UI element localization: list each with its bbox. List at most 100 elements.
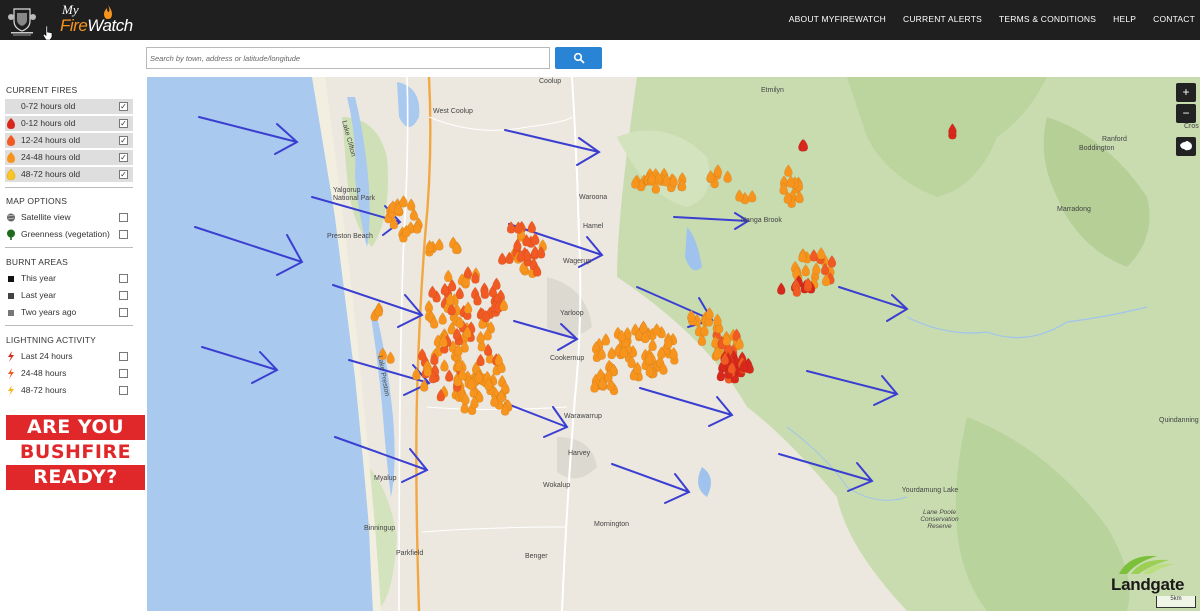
fire-marker[interactable] — [786, 175, 796, 188]
fire-marker[interactable] — [827, 255, 837, 268]
map-option-checkbox[interactable] — [119, 213, 128, 222]
fire-marker[interactable] — [652, 323, 661, 336]
nav-help[interactable]: HELP — [1113, 14, 1136, 24]
burnt-checkbox[interactable] — [119, 308, 128, 317]
nav-contact[interactable]: CONTACT — [1153, 14, 1195, 24]
lightning-yellow-icon — [8, 385, 14, 396]
burnt-checkbox[interactable] — [119, 274, 128, 283]
fire-marker[interactable] — [463, 301, 473, 314]
lightning-24-48[interactable]: 24-48 hours — [5, 366, 133, 381]
fire-marker[interactable] — [705, 306, 714, 320]
fire-marker[interactable] — [816, 246, 826, 260]
fire-map[interactable]: Coolup Etmilyn West Coolup Ranford Boddi… — [147, 77, 1200, 611]
lightning-48-72[interactable]: 48-72 hours — [5, 383, 133, 398]
fire-marker[interactable] — [428, 285, 437, 298]
fire-markers-layer[interactable] — [147, 77, 1200, 611]
fire-marker[interactable] — [440, 359, 449, 372]
nav-terms[interactable]: TERMS & CONDITIONS — [999, 14, 1096, 24]
fire-marker[interactable] — [777, 282, 786, 295]
fire-marker[interactable] — [687, 309, 696, 323]
fire-marker[interactable] — [531, 232, 540, 246]
fire-filter-checkbox[interactable]: ✓ — [119, 153, 128, 162]
fire-filter-0-12[interactable]: 0-12 hours old ✓ — [5, 116, 133, 131]
map-option-satellite[interactable]: Satellite view — [5, 210, 133, 225]
burnt-this-year[interactable]: This year — [5, 271, 133, 286]
place-label: Hamel — [583, 223, 604, 230]
fire-marker[interactable] — [706, 170, 715, 183]
fire-marker[interactable] — [419, 379, 429, 392]
fire-marker[interactable] — [735, 189, 744, 202]
fire-filter-checkbox[interactable]: ✓ — [119, 102, 128, 111]
fire-filter-checkbox[interactable]: ✓ — [119, 136, 128, 145]
fire-marker[interactable] — [784, 164, 793, 177]
fire-marker[interactable] — [713, 164, 723, 177]
fire-marker[interactable] — [435, 238, 444, 251]
burnt-last-year[interactable]: Last year — [5, 288, 133, 303]
fire-marker[interactable] — [492, 277, 501, 290]
zoom-in-button[interactable]: + — [1176, 83, 1196, 102]
australia-view-button[interactable] — [1176, 137, 1196, 156]
flame-yellow-icon — [6, 169, 16, 180]
map-option-greenness[interactable]: Greenness (vegetation) — [5, 227, 133, 242]
fire-marker[interactable] — [948, 123, 957, 136]
fire-marker[interactable] — [399, 195, 408, 208]
fire-marker[interactable] — [506, 221, 516, 234]
fire-marker[interactable] — [417, 348, 427, 361]
map-option-checkbox[interactable] — [119, 230, 128, 239]
fire-marker[interactable] — [412, 367, 421, 381]
place-label: Parkfield — [396, 550, 424, 557]
bushfire-ready-banner[interactable]: ARE YOU BUSHFIRE READY? — [6, 415, 145, 490]
burnt-two-years-ago[interactable]: Two years ago — [5, 305, 133, 320]
nav-current-alerts[interactable]: CURRENT ALERTS — [903, 14, 982, 24]
fire-marker[interactable] — [607, 346, 616, 360]
fire-marker[interactable] — [498, 252, 507, 265]
lightning-checkbox[interactable] — [119, 386, 128, 395]
search-button[interactable] — [555, 47, 602, 69]
fire-marker[interactable] — [801, 263, 810, 277]
map-scale-bar: 5km — [1156, 596, 1196, 608]
myfirewatch-logo[interactable]: My FireWatch — [60, 2, 140, 38]
burnt-areas-title: BURNT AREAS — [6, 257, 69, 267]
fire-marker[interactable] — [723, 170, 732, 183]
burnt-checkbox[interactable] — [119, 291, 128, 300]
fire-filter-0-72[interactable]: 0-72 hours old ✓ — [5, 99, 133, 114]
place-label: Marradong — [1057, 206, 1091, 213]
government-crest-logo[interactable] — [5, 3, 39, 37]
fire-filter-12-24[interactable]: 12-24 hours old ✓ — [5, 133, 133, 148]
fire-marker[interactable] — [713, 313, 722, 326]
section-divider — [5, 325, 133, 326]
fire-marker[interactable] — [438, 312, 447, 325]
zoom-out-button[interactable]: − — [1176, 104, 1196, 123]
fire-marker[interactable] — [476, 353, 485, 367]
banner-line-3: READY? — [6, 465, 145, 490]
fire-marker[interactable] — [463, 266, 473, 279]
lightning-last-24[interactable]: Last 24 hours — [5, 349, 133, 364]
fire-filter-48-72[interactable]: 48-72 hours old ✓ — [5, 167, 133, 182]
australia-map-icon — [1180, 141, 1192, 151]
fire-marker[interactable] — [440, 282, 450, 296]
nav-about[interactable]: ABOUT MYFIREWATCH — [789, 14, 886, 24]
fire-marker[interactable] — [476, 330, 485, 344]
fire-marker[interactable] — [407, 198, 416, 211]
fire-filter-checkbox[interactable]: ✓ — [119, 170, 128, 179]
fire-marker[interactable] — [444, 369, 454, 382]
fire-marker[interactable] — [747, 189, 757, 203]
fire-marker[interactable] — [812, 262, 821, 275]
square-black-icon — [8, 276, 14, 282]
fire-filter-24-48[interactable]: 24-48 hours old ✓ — [5, 150, 133, 165]
layers-sidebar: CURRENT FIRES 0-72 hours old ✓ 0-12 hour… — [0, 77, 147, 611]
fire-marker[interactable] — [639, 321, 648, 334]
fire-marker[interactable] — [601, 333, 611, 346]
search-input[interactable] — [146, 47, 550, 69]
lightning-checkbox[interactable] — [119, 369, 128, 378]
fire-marker[interactable] — [444, 269, 453, 283]
place-label: Yourdamung Lake — [901, 487, 959, 494]
banner-line-2: BUSHFIRE — [6, 440, 145, 465]
place-label: Quindanning — [1159, 417, 1199, 424]
place-label: West Coolup — [433, 108, 473, 115]
fire-marker[interactable] — [527, 220, 537, 234]
fire-filter-checkbox[interactable]: ✓ — [119, 119, 128, 128]
fire-marker[interactable] — [386, 351, 395, 364]
lightning-checkbox[interactable] — [119, 352, 128, 361]
place-label: Wagerup — [563, 258, 592, 265]
